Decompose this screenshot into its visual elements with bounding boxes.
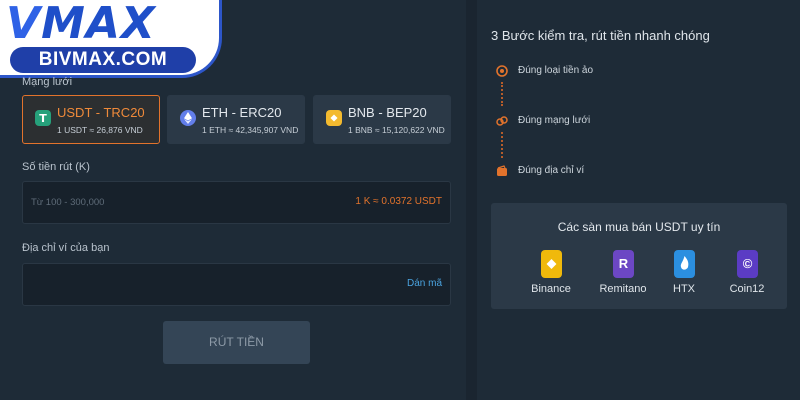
exchanges-card: Các sàn mua bán USDT uy tín Binance R Re… [491, 203, 787, 309]
network-name: ETH - ERC20 [202, 105, 282, 120]
exchange-coin12[interactable]: © Coin12 [717, 246, 777, 302]
ethereum-icon [180, 110, 196, 126]
exchange-name: Binance [531, 283, 571, 295]
svg-text:T: T [39, 112, 47, 125]
amount-label: Số tiền rút (K) [22, 161, 90, 173]
logo-wordmark: VMAX [6, 0, 156, 49]
wallet-icon [496, 164, 508, 176]
network-rate: 1 BNB ≈ 15,120,622 VND [348, 125, 445, 135]
exchange-name: HTX [673, 283, 695, 295]
exchange-remitano[interactable]: R Remitano [593, 246, 653, 302]
network-rate: 1 USDT ≈ 26,876 VND [57, 125, 143, 135]
tether-icon: T [35, 110, 51, 126]
step-item: Đúng mạng lưới [518, 115, 591, 126]
remitano-icon: R [613, 250, 634, 278]
exchange-name: Coin12 [729, 283, 765, 295]
coin12-icon: © [737, 250, 758, 278]
conversion-rate: 1 K ≈ 0.0372 USDT [355, 196, 442, 207]
network-rate: 1 ETH ≈ 42,345,907 VND [202, 125, 299, 135]
network-option-usdt-trc20[interactable]: T USDT - TRC20 1 USDT ≈ 26,876 VND [22, 95, 160, 144]
network-name: BNB - BEP20 [348, 105, 427, 120]
amount-input[interactable]: Từ 100 - 300,000 1 K ≈ 0.0372 USDT [22, 181, 451, 224]
withdraw-button[interactable]: RÚT TIỀN [163, 321, 310, 364]
step-item: Đúng loại tiền ảo [518, 65, 594, 76]
paste-button[interactable]: Dán mã [407, 278, 442, 289]
network-label: Mạng lưới [22, 76, 73, 88]
exchanges-title: Các sàn mua bán USDT uy tín [557, 220, 721, 234]
bnb-icon [326, 110, 342, 126]
htx-icon [674, 250, 695, 278]
exchange-binance[interactable]: Binance [521, 246, 581, 302]
amount-placeholder: Từ 100 - 300,000 [31, 197, 105, 208]
steps-title: 3 Bước kiểm tra, rút tiền nhanh chóng [491, 28, 710, 43]
coin-icon [496, 64, 508, 77]
network-option-bnb-bep20[interactable]: BNB - BEP20 1 BNB ≈ 15,120,622 VND [313, 95, 451, 144]
withdraw-panel: VMAX BIVMAX.COM Mạng lưới T USDT - TRC20… [0, 0, 466, 400]
wallet-address-input[interactable]: Dán mã [22, 263, 451, 306]
network-icon [496, 114, 508, 126]
info-panel: 3 Bước kiểm tra, rút tiền nhanh chóng Đú… [477, 0, 800, 400]
network-option-eth-erc20[interactable]: ETH - ERC20 1 ETH ≈ 42,345,907 VND [167, 95, 305, 144]
bivmax-logo[interactable]: VMAX BIVMAX.COM [0, 0, 222, 78]
step-item: Đúng địa chỉ ví [518, 165, 585, 176]
exchange-htx[interactable]: HTX [654, 246, 714, 302]
wallet-address-label: Địa chỉ ví của bạn [22, 242, 110, 254]
binance-icon [541, 250, 562, 278]
logo-domain: BIVMAX.COM [10, 47, 196, 73]
step-connector [501, 132, 503, 158]
exchange-name: Remitano [599, 283, 647, 295]
network-name: USDT - TRC20 [57, 105, 145, 120]
step-connector [501, 82, 503, 106]
